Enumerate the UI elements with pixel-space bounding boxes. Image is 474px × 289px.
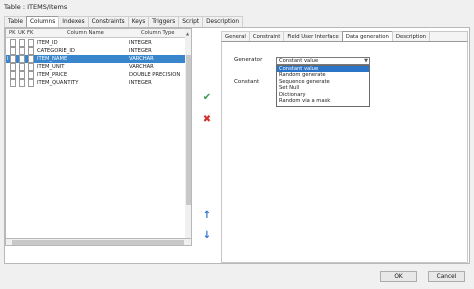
fk-checkbox[interactable]	[28, 63, 34, 71]
generator-value: Constant value	[279, 58, 319, 64]
generator-dropdown[interactable]: Constant value Random generate Sequence …	[276, 65, 370, 107]
scroll-up-icon[interactable]: ▲	[186, 31, 189, 36]
table-row[interactable]: I ITEM_NAME VARCHAR	[6, 55, 185, 63]
column-type-cell[interactable]: INTEGER	[129, 79, 152, 87]
header-uk[interactable]: UK	[18, 29, 25, 38]
column-name-cell[interactable]: ITEM_QUANTITY	[37, 79, 78, 87]
table-row[interactable]: CATEGORIE_ID INTEGER	[6, 47, 185, 55]
uk-checkbox[interactable]	[19, 47, 25, 55]
tab-field-user-interface[interactable]: Field User Interface	[283, 31, 343, 41]
columns-grid[interactable]: PK UK FK Column Name Column Type ITEM_ID…	[5, 28, 192, 246]
uk-checkbox[interactable]	[19, 63, 25, 71]
scrollbar-thumb[interactable]	[186, 55, 191, 205]
header-column-type[interactable]: Column Type	[141, 29, 174, 38]
tab-description[interactable]: Description	[202, 16, 244, 27]
vertical-scrollbar[interactable]: ▲ ▼	[185, 29, 191, 245]
tab-data-generation[interactable]: Data generation	[341, 31, 393, 41]
pk-checkbox[interactable]	[10, 39, 16, 47]
table-row[interactable]: ITEM_QUANTITY INTEGER	[6, 79, 185, 87]
option-random-via-mask[interactable]: Random via a mask	[277, 98, 369, 104]
uk-checkbox[interactable]	[19, 71, 25, 79]
pk-checkbox[interactable]	[10, 47, 16, 55]
pk-checkbox[interactable]	[10, 79, 16, 87]
tab-table[interactable]: Table	[4, 16, 27, 27]
ok-button[interactable]: OK	[380, 271, 417, 282]
main-tabs: Table Columns Indexes Constraints Keys T…	[4, 16, 244, 28]
column-type-cell[interactable]: VARCHAR	[129, 55, 154, 63]
check-icon[interactable]: ✔	[201, 92, 213, 104]
fk-checkbox[interactable]	[28, 71, 34, 79]
cross-icon[interactable]: ✖	[201, 114, 213, 126]
uk-checkbox[interactable]	[19, 79, 25, 87]
arrow-up-icon[interactable]: ↑	[201, 210, 213, 222]
fk-checkbox[interactable]	[28, 39, 34, 47]
chevron-down-icon[interactable]: ▼	[364, 58, 368, 65]
column-type-cell[interactable]: DOUBLE PRECISION	[129, 71, 180, 79]
uk-checkbox[interactable]	[19, 39, 25, 47]
pk-checkbox[interactable]	[10, 55, 16, 63]
column-type-cell[interactable]: INTEGER	[129, 47, 152, 55]
grid-header: PK UK FK Column Name Column Type	[6, 29, 185, 38]
column-name-cell[interactable]: ITEM_PRICE	[37, 71, 67, 79]
constant-label: Constant	[234, 79, 260, 85]
tab-script[interactable]: Script	[178, 16, 204, 27]
generator-select[interactable]: Constant value ▼	[276, 57, 370, 65]
table-row[interactable]: ITEM_ID INTEGER	[6, 39, 185, 47]
generator-label: Generator	[234, 57, 263, 63]
hscroll-thumb[interactable]	[12, 240, 184, 245]
tab-keys[interactable]: Keys	[127, 16, 150, 27]
detail-tabs: General Constraint Field User Interface …	[221, 31, 431, 41]
tab-detail-description[interactable]: Description	[391, 31, 431, 41]
tab-indexes[interactable]: Indexes	[58, 16, 89, 27]
uk-checkbox[interactable]	[19, 55, 25, 63]
header-column-name[interactable]: Column Name	[67, 29, 104, 38]
column-name-cell[interactable]: ITEM_UNIT	[37, 63, 64, 71]
tab-constraint[interactable]: Constraint	[248, 31, 285, 41]
row-marker: I	[7, 56, 9, 62]
column-name-cell[interactable]: ITEM_ID	[37, 39, 58, 47]
fk-checkbox[interactable]	[28, 55, 34, 63]
tab-triggers[interactable]: Triggers	[148, 16, 180, 27]
column-name-cell[interactable]: CATEGORIE_ID	[37, 47, 75, 55]
arrow-down-icon[interactable]: ↓	[201, 230, 213, 242]
cancel-button[interactable]: Cancel	[428, 271, 465, 282]
tab-general[interactable]: General	[221, 31, 250, 41]
column-name-cell[interactable]: ITEM_NAME	[37, 55, 67, 63]
window-title: Table : ITEMS/Items	[4, 3, 68, 11]
pk-checkbox[interactable]	[10, 71, 16, 79]
fk-checkbox[interactable]	[28, 47, 34, 55]
table-row[interactable]: ITEM_PRICE DOUBLE PRECISION	[6, 71, 185, 79]
tab-constraints[interactable]: Constraints	[87, 16, 129, 27]
pk-checkbox[interactable]	[10, 63, 16, 71]
horizontal-scrollbar[interactable]	[5, 238, 192, 246]
header-fk[interactable]: FK	[27, 29, 33, 38]
header-pk[interactable]: PK	[9, 29, 16, 38]
column-type-cell[interactable]: INTEGER	[129, 39, 152, 47]
column-type-cell[interactable]: VARCHAR	[129, 63, 154, 71]
fk-checkbox[interactable]	[28, 79, 34, 87]
table-row[interactable]: ITEM_UNIT VARCHAR	[6, 63, 185, 71]
